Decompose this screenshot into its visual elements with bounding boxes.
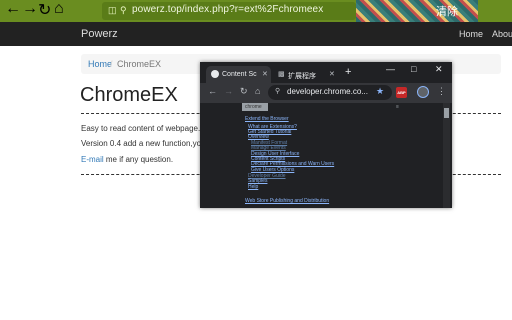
chrome-developers-logo[interactable]: chrome — [242, 103, 268, 111]
scrollbar-thumb[interactable] — [444, 108, 449, 118]
close-window-icon[interactable]: ✕ — [435, 64, 443, 75]
tab-label[interactable]: Content Sc — [222, 71, 257, 78]
home-icon[interactable]: ⌂ — [255, 86, 260, 96]
menu-icon[interactable]: ⋮ — [437, 86, 446, 97]
nav-about[interactable]: About — [492, 29, 512, 39]
profile-avatar[interactable] — [417, 86, 429, 98]
site-brand[interactable]: Powerz — [81, 28, 118, 40]
puzzle-icon: ▩ — [278, 71, 285, 78]
version-text: Version 0.4 add a new function,you ca — [81, 139, 217, 148]
nav-home[interactable]: Home — [459, 29, 483, 39]
home-icon[interactable]: ⌂ — [54, 0, 64, 18]
browser-theme-decoration — [356, 0, 478, 22]
scrollbar[interactable] — [443, 103, 450, 208]
lock-icon[interactable]: ⚲ — [120, 5, 127, 16]
adblock-icon[interactable]: ABP — [396, 87, 407, 98]
doc-link-section[interactable]: Extend the Browser — [245, 116, 289, 122]
site-navbar — [0, 22, 512, 46]
back-icon[interactable]: ← — [208, 86, 217, 96]
breadcrumb-home[interactable]: Home — [88, 59, 112, 69]
omnibox-url[interactable]: developer.chrome.co... — [287, 87, 368, 96]
back-icon[interactable]: ← — [5, 0, 21, 18]
tab-extensions-label[interactable]: 扩展程序 — [288, 71, 316, 81]
email-link[interactable]: E-mail — [81, 155, 104, 164]
close-tab-icon[interactable]: ✕ — [262, 70, 268, 78]
forward-icon[interactable]: → — [224, 86, 233, 96]
reload-icon[interactable]: ↻ — [38, 0, 51, 20]
breadcrumb-separator: / — [110, 59, 113, 69]
chrome-favicon-icon — [211, 70, 219, 78]
breadcrumb-current: ChromeEX — [117, 59, 162, 69]
contact-text: E-mail me if any question. — [81, 155, 173, 164]
contact-rest: me if any question. — [103, 155, 174, 164]
doc-link-section[interactable]: Web Store Publishing and Distribution — [245, 198, 329, 204]
forward-icon[interactable]: → — [22, 0, 38, 18]
doc-link[interactable]: Help — [248, 184, 258, 190]
lock-icon[interactable]: ⚲ — [275, 87, 280, 95]
description-text: Easy to read content of webpage. — [81, 124, 201, 133]
shield-icon[interactable]: ◫ — [108, 5, 117, 16]
reload-icon[interactable]: ↻ — [240, 86, 248, 97]
star-icon[interactable]: ★ — [376, 86, 384, 97]
topbar-right-text[interactable]: 清除 — [436, 3, 458, 19]
new-tab-button[interactable]: + — [345, 66, 351, 78]
address-bar-url[interactable]: powerz.top/index.php?r=ext%2Fchromeex — [132, 4, 323, 15]
maximize-icon[interactable]: □ — [411, 64, 416, 74]
chrome-page-content — [200, 103, 452, 208]
page-title: ChromeEX — [80, 84, 178, 106]
minimize-icon[interactable]: — — [386, 64, 395, 74]
menu-toggle-icon[interactable]: ≡ — [396, 104, 399, 110]
close-tab-icon[interactable]: ✕ — [329, 70, 335, 78]
